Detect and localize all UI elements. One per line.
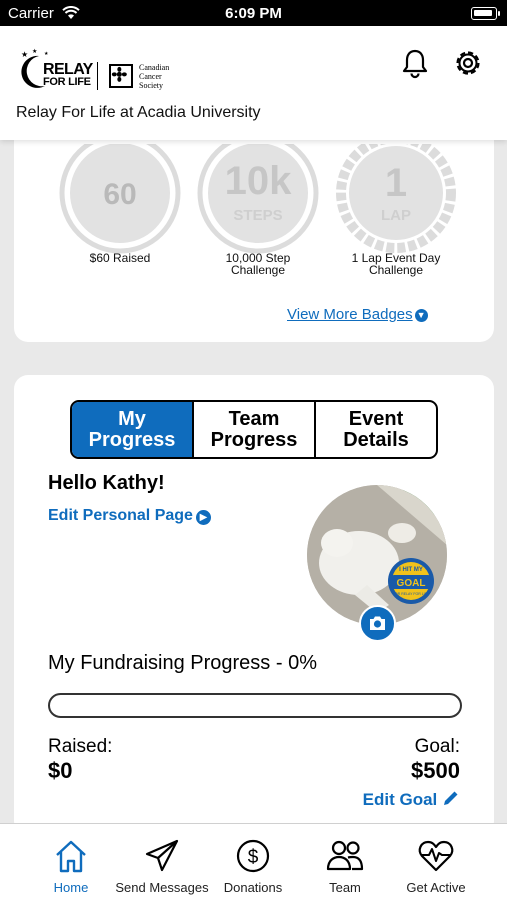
battery-icon	[471, 7, 500, 20]
tabbar-label: Donations	[223, 880, 283, 895]
svg-text:★: ★	[44, 51, 49, 57]
goal-badge-text: I HIT MY	[399, 567, 423, 573]
tabbar-home[interactable]: Home	[21, 838, 121, 895]
raised-label: Raised:	[48, 736, 113, 757]
team-icon	[326, 840, 364, 871]
badge-value: 1	[385, 161, 407, 205]
tab-my-progress[interactable]: My Progress	[72, 402, 192, 457]
clock: 6:09 PM	[225, 5, 282, 22]
logo-wordmark: RELAY FOR LIFE	[43, 61, 93, 88]
goal-badge-text: GOAL	[397, 578, 426, 589]
goal-amount: $500	[411, 758, 460, 783]
badge-circle: 10k STEPS	[197, 144, 319, 254]
tabbar-team[interactable]: Team	[295, 838, 395, 895]
badges-card: 60 $60 Raised 10k STEPS 10,000 Step Chal…	[14, 118, 494, 342]
view-more-badges-link[interactable]: View More Badges ▼	[287, 306, 428, 323]
status-bar: Carrier 6:09 PM	[0, 0, 507, 26]
arrow-down-circle-icon: ▼	[414, 309, 428, 322]
tabbar-label: Team	[329, 880, 361, 895]
app-header: ★ ★ ★ RELAY FOR LIFE Canadian Cancer Soc…	[0, 26, 507, 140]
paper-plane-icon	[145, 839, 179, 872]
badge-sub: LAP	[381, 207, 411, 224]
tabbar-label: Send Messages	[115, 880, 209, 895]
heart-pulse-icon	[418, 840, 454, 872]
badge-raised-60[interactable]: 60 $60 Raised	[58, 144, 182, 264]
bell-icon[interactable]	[398, 46, 432, 80]
avatar[interactable]: I HIT MY GOAL FOR RELAY FOR LIFE	[307, 485, 447, 625]
home-icon	[56, 840, 86, 873]
logo-divider	[97, 62, 98, 90]
tab-team-progress[interactable]: Team Progress	[192, 402, 314, 457]
dollar-icon: $	[236, 839, 270, 873]
badge-1-lap[interactable]: 1 LAP 1 Lap Event Day Challenge	[334, 144, 458, 276]
badge-caption: 10,000 Step Challenge	[225, 251, 291, 277]
tabbar-donations[interactable]: $ Donations	[203, 838, 303, 895]
edit-personal-page-link[interactable]: Edit Personal Page ▶	[48, 507, 211, 525]
svg-text:★: ★	[32, 48, 37, 55]
raised-amount: $0	[48, 758, 73, 783]
gear-icon[interactable]	[451, 46, 485, 80]
goal-label: Goal:	[414, 736, 460, 757]
svg-text:★: ★	[21, 50, 28, 59]
partner-wordmark: Canadian Cancer Society	[139, 63, 170, 90]
badge-caption: 1 Lap Event Day Challenge	[351, 251, 441, 277]
camera-icon	[370, 616, 385, 630]
tabbar-label: Get Active	[406, 880, 466, 895]
fundraising-progress-bar	[48, 693, 462, 718]
daffodil-icon	[109, 64, 133, 88]
edit-goal-link[interactable]: Edit Goal	[363, 789, 460, 810]
pencil-icon	[444, 791, 458, 805]
relay-for-life-logo[interactable]: ★ ★ ★ RELAY FOR LIFE Canadian Cancer Soc…	[15, 42, 185, 98]
tabbar-send-messages[interactable]: Send Messages	[112, 838, 212, 895]
badge-circle: 60	[59, 144, 181, 254]
progress-card: My Progress Team Progress Event Details Hel…	[14, 375, 494, 835]
goal-badge-text: FOR RELAY FOR LIFE	[393, 592, 430, 596]
fundraising-progress-title: My Fundraising Progress - 0%	[48, 652, 317, 674]
greeting: Hello Kathy!	[48, 472, 165, 494]
tab-event-details[interactable]: Event Details	[314, 402, 436, 457]
tabbar-label: Home	[53, 880, 89, 895]
tabbar-get-active[interactable]: Get Active	[386, 838, 486, 895]
change-photo-button[interactable]	[359, 605, 396, 642]
badge-sub: STEPS	[233, 207, 282, 224]
badge-value: 10k	[225, 159, 292, 203]
bottom-tab-bar: Home Send Messages $ Donations Team Get …	[0, 823, 507, 900]
progress-tabs: My Progress Team Progress Event Details	[70, 400, 438, 459]
badge-caption: $60 Raised	[89, 251, 151, 265]
badge-circle: 1 LAP	[336, 144, 456, 253]
badge-10k-steps[interactable]: 10k STEPS 10,000 Step Challenge	[196, 144, 320, 276]
svg-text:$: $	[248, 847, 259, 868]
badge-value: 60	[103, 178, 136, 211]
arrow-right-circle-icon: ▶	[195, 510, 211, 525]
event-title: Relay For Life at Acadia University	[16, 104, 261, 121]
